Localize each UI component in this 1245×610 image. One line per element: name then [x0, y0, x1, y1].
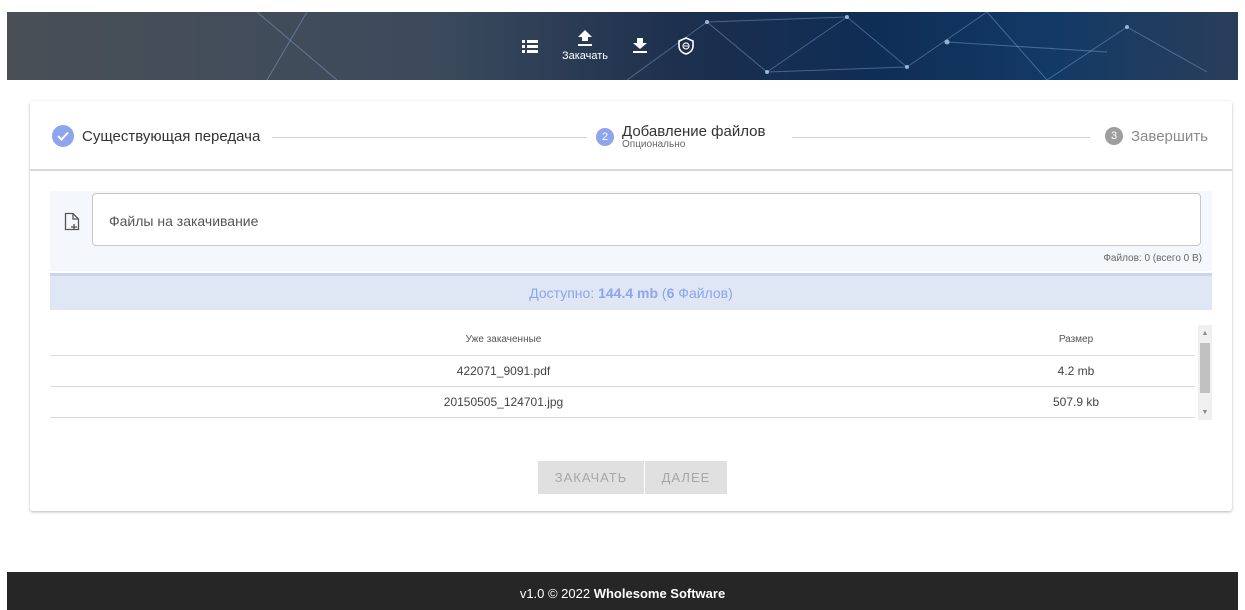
column-header-size[interactable]: Размер [957, 325, 1195, 356]
nav-shield-button[interactable] [663, 12, 709, 80]
scroll-up-arrow-icon[interactable]: ▲ [1198, 327, 1212, 341]
scroll-thumb[interactable] [1200, 343, 1210, 393]
step-3-title: Завершить [1131, 127, 1208, 145]
step-existing-transfer[interactable]: Существующая передача [52, 125, 260, 147]
available-size: 144.4 mb [598, 285, 659, 301]
available-space-bar: Доступно: 144.4 mb (6 Файлов) [50, 273, 1212, 310]
uploaded-files-table: Уже закаченные Размер 422071_9091.pdf 4.… [50, 325, 1212, 420]
step-3-number: 3 [1105, 127, 1123, 145]
file-size-cell: 4.2 mb [957, 355, 1195, 387]
file-name-cell: 20150505_124701.jpg [50, 386, 957, 418]
table-scrollbar[interactable]: ▲ ▼ [1198, 325, 1212, 420]
nav-upload-button[interactable]: Закачать [553, 12, 617, 80]
file-size-cell: 507.9 kb [957, 386, 1195, 418]
stepper: Существующая передача 2 Добавление файло… [30, 101, 1232, 171]
footer-version: v1.0 © 2022 [519, 586, 594, 601]
stepper-connector [792, 137, 1090, 138]
next-button[interactable]: ДАЛЕЕ [645, 461, 727, 494]
step-1-title: Существующая передача [82, 127, 261, 145]
shield-icon [678, 37, 694, 55]
scroll-down-arrow-icon[interactable]: ▼ [1198, 406, 1212, 420]
files-count-text: Файлов: 0 (всего 0 B) [1103, 253, 1202, 264]
column-header-uploaded[interactable]: Уже закаченные [50, 325, 957, 356]
upload-zone: Файлы на закачивание Файлов: 0 (всего 0 … [50, 191, 1212, 271]
step-2-title: Добавление файлов [622, 123, 766, 140]
list-icon [522, 40, 538, 53]
nav-upload-label: Закачать [561, 50, 609, 62]
table-header-row: Уже закаченные Размер [50, 325, 1195, 356]
check-icon [52, 125, 74, 147]
footer-company: Wholesome Software [593, 586, 726, 601]
nav-download-button[interactable] [617, 12, 663, 80]
footer: v1.0 © 2022 Wholesome Software [7, 572, 1238, 610]
table-row[interactable]: 422071_9091.pdf 4.2 mb [50, 355, 1195, 387]
stepper-connector [272, 137, 587, 138]
step-2-number: 2 [596, 127, 614, 146]
action-buttons: ЗАКАЧАТЬ ДАЛЕЕ [538, 461, 727, 494]
available-prefix: Доступно: [529, 285, 599, 301]
available-suffix: Файлов) [674, 285, 733, 301]
upload-icon [578, 30, 592, 46]
download-icon [633, 38, 647, 53]
step-2-subtitle: Опционально [622, 139, 686, 150]
available-open-paren: ( [658, 285, 667, 301]
file-name-cell: 422071_9091.pdf [50, 355, 957, 387]
step-add-files[interactable]: 2 Добавление файлов Опционально [596, 123, 765, 150]
step-finish[interactable]: 3 Завершить [1105, 127, 1208, 145]
add-file-icon[interactable] [64, 212, 80, 231]
files-to-upload-field[interactable]: Файлы на закачивание [92, 193, 1201, 246]
table-row[interactable]: 20150505_124701.jpg 507.9 kb [50, 386, 1195, 418]
header-banner: Закачать [7, 12, 1238, 80]
nav-list-button[interactable] [507, 12, 553, 80]
transfer-card: Существующая передача 2 Добавление файло… [30, 101, 1232, 511]
upload-button[interactable]: ЗАКАЧАТЬ [538, 461, 644, 494]
